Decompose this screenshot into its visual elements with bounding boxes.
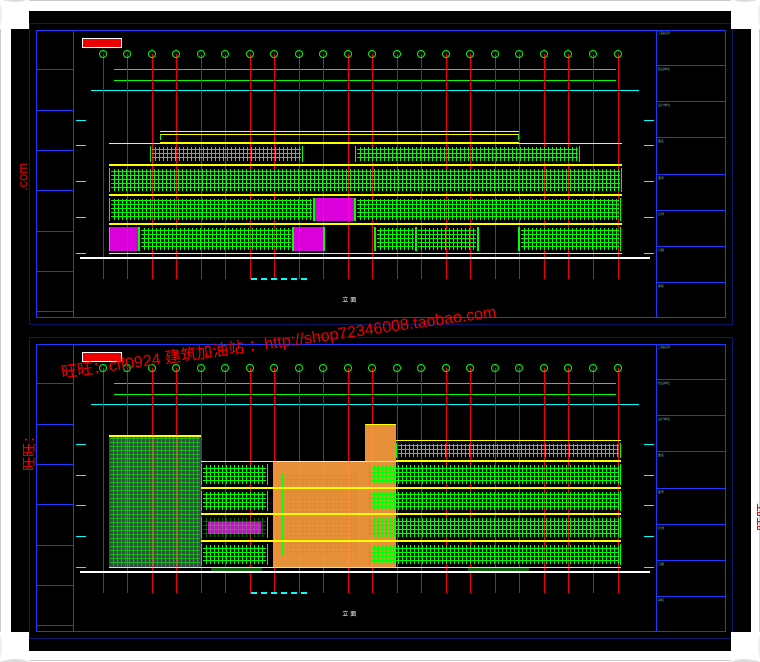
elevation-drawing-top: /*placeholder*/ (80, 54, 650, 310)
tb-row: 日期 (657, 247, 726, 283)
watermark-corner: .com (15, 163, 30, 191)
drawing-sheet-top: 工程名称 建设单位 设计单位 图名 图号 比例 日期 审核 /*placehol… (29, 23, 733, 325)
frame-corner-icon (731, 0, 760, 29)
title-block: 工程名称 建设单位 设计单位 图名 图号 比例 日期 审核 (656, 30, 726, 318)
image-frame: 工程名称 建设单位 设计单位 图名 图号 比例 日期 审核 /*placehol… (0, 0, 760, 661)
tb-row: 建设单位 (657, 66, 726, 102)
watermark-left: 旺旺： (19, 429, 39, 471)
view-title: 立面 (342, 295, 358, 304)
ground-line (80, 257, 650, 259)
building-elevation-b (109, 435, 622, 568)
tb-row: 审核 (657, 597, 726, 632)
elevation-drawing-bottom: 立面 (80, 368, 650, 624)
ground-line (80, 571, 650, 573)
stamp-badge (82, 38, 122, 48)
tb-row: 日期 (657, 561, 726, 597)
drawing-sheet-bottom: 工程名称 建设单位 设计单位 图名 图号 比例 日期 审核 (29, 337, 733, 639)
tb-row: 设计单位 (657, 102, 726, 138)
frame-corner-icon (731, 632, 760, 662)
tb-row: 工程名称 (657, 30, 726, 66)
title-block: 工程名称 建设单位 设计单位 图名 图号 比例 日期 审核 (656, 344, 726, 632)
tb-row: 比例 (657, 211, 726, 247)
tb-row: 图号 (657, 489, 726, 525)
tb-row: 比例 (657, 525, 726, 561)
cad-canvas: 工程名称 建设单位 设计单位 图名 图号 比例 日期 审核 /*placehol… (11, 11, 751, 651)
view-title: 立面 (342, 609, 358, 618)
revision-strip (36, 344, 74, 632)
tb-row: 设计单位 (657, 416, 726, 452)
tb-row: 工程名称 (657, 344, 726, 380)
tb-row: 审核 (657, 283, 726, 318)
tb-row: 图名 (657, 138, 726, 174)
watermark-right: 旺旺 (753, 503, 760, 531)
tb-row: 建设单位 (657, 380, 726, 416)
section-marker (251, 278, 311, 280)
building-elevation-a (109, 131, 622, 254)
frame-corner-icon (0, 0, 29, 29)
tb-row: 图名 (657, 452, 726, 488)
revision-strip (36, 30, 74, 318)
section-marker (251, 592, 311, 594)
frame-corner-icon (0, 632, 29, 662)
tb-row: 图号 (657, 175, 726, 211)
